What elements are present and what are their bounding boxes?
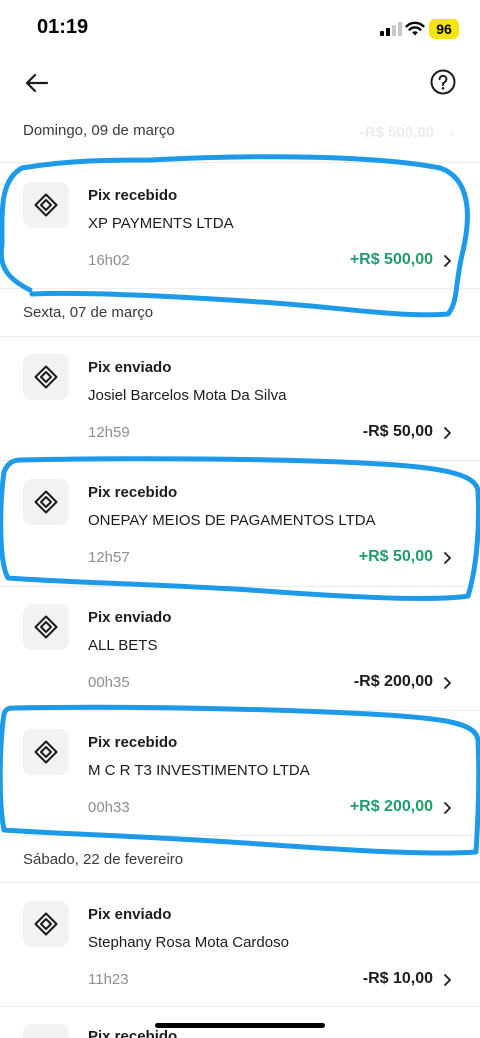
wifi-icon [405,21,425,36]
divider [0,288,480,289]
transaction-time: 16h02 [88,252,130,269]
transaction-time: 00h35 [88,674,130,691]
status-bar: 01:19 96 [0,0,480,60]
pix-icon [23,1024,69,1038]
divider [0,162,480,163]
divider [0,336,480,337]
chevron-right-icon [444,255,451,267]
date-header: Sábado, 22 de fevereiro [23,851,184,868]
date-header: Sexta, 07 de março [23,304,154,321]
divider [0,460,480,461]
transaction-type: Pix enviado [88,906,172,923]
question-circle-icon[interactable] [430,69,456,95]
transaction-amount: +R$ 200,00 [349,798,433,815]
pix-icon [23,901,69,947]
transaction-counterparty: Josiel Barcelos Mota Da Silva [88,387,287,404]
transaction-counterparty: Stephany Rosa Mota Cardoso [88,934,289,951]
transaction-counterparty: ALL BETS [88,637,158,654]
cellular-signal-icon [380,22,402,36]
transaction-amount: +R$ 500,00 [349,251,433,268]
divider [0,1006,480,1007]
transaction-time: 11h23 [88,971,129,988]
date-header: Domingo, 09 de março [23,122,175,139]
transaction-amount: -R$ 10,00 [362,970,433,987]
chevron-right-icon: › [449,124,454,141]
pix-icon [23,729,69,775]
pix-icon [23,354,69,400]
navigation-bar [0,60,480,108]
chevron-right-icon [444,802,451,814]
transaction-type: Pix enviado [88,359,172,376]
transaction-counterparty: M C R T3 INVESTIMENTO LTDA [88,762,310,779]
home-indicator [155,1023,325,1028]
chevron-right-icon [444,427,451,439]
divider [0,835,480,836]
transaction-type: Pix recebido [88,734,178,751]
chevron-right-icon [444,974,451,986]
transaction-time: 12h59 [88,424,130,441]
transaction-type: Pix recebido [88,1028,178,1038]
status-time: 01:19 [37,16,89,38]
transaction-time: 00h33 [88,799,130,816]
chevron-right-icon [444,677,451,689]
transaction-amount: +R$ 50,00 [358,548,433,565]
divider [0,710,480,711]
transaction-type: Pix recebido [88,484,178,501]
transaction-type: Pix recebido [88,187,178,204]
divider [0,882,480,883]
chevron-right-icon [444,552,451,564]
transaction-amount: -R$ 200,00 [353,673,433,690]
pix-icon [23,604,69,650]
transaction-time: 12h57 [88,549,130,566]
transaction-row[interactable]: Pix recebido ONEPAY MEIOS DE PAGAMENTOS … [0,479,480,603]
transaction-counterparty: ONEPAY MEIOS DE PAGAMENTOS LTDA [88,512,376,529]
transaction-type: Pix enviado [88,609,172,626]
transaction-counterparty: XP PAYMENTS LTDA [88,215,234,232]
pix-icon [23,479,69,525]
pix-icon [23,182,69,228]
divider [0,586,480,587]
arrow-left-icon[interactable] [22,68,52,98]
battery-indicator: 96 [429,19,459,39]
faded-amount: -R$ 500,00 [359,124,434,141]
transaction-amount: -R$ 50,00 [362,423,433,440]
